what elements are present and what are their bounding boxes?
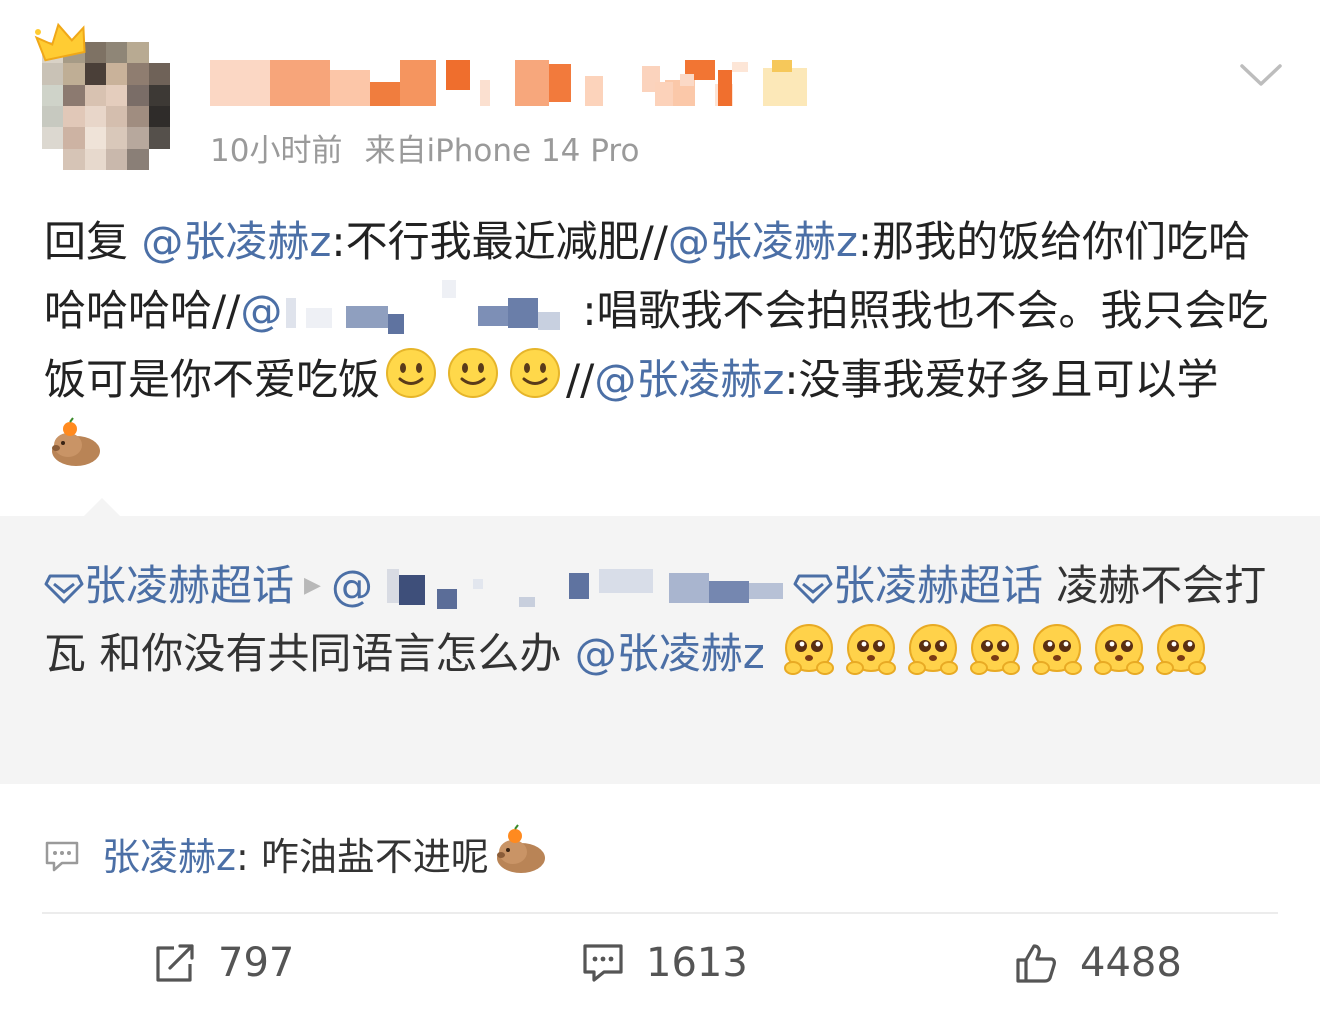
repost-button[interactable]: 797 bbox=[154, 940, 294, 986]
like-button[interactable]: 4488 bbox=[1014, 940, 1182, 986]
divider bbox=[42, 912, 1278, 914]
chevron-down-icon[interactable] bbox=[1238, 60, 1284, 90]
smile-emoji bbox=[510, 348, 561, 398]
comment-author[interactable]: 张凌赫z bbox=[102, 835, 236, 879]
pleading-emoji bbox=[1032, 624, 1083, 675]
super-topic-label: 张凌赫超话 bbox=[832, 561, 1043, 610]
comment-icon bbox=[583, 944, 623, 982]
redacted-name bbox=[373, 568, 793, 609]
like-count: 4488 bbox=[1080, 940, 1182, 986]
crown-icon bbox=[34, 22, 86, 62]
capybara-emoji bbox=[52, 417, 100, 466]
mention-link[interactable]: @张凌赫z bbox=[668, 217, 858, 266]
repost-block[interactable]: 张凌赫超话 ▶ @ 张凌赫超话 凌赫不会打瓦 和你没有共同语言怎么办 @张凌赫z bbox=[0, 498, 1320, 784]
comment-button[interactable]: 1613 bbox=[582, 940, 748, 986]
repost-text: 张凌赫超话 ▶ @ 张凌赫超话 凌赫不会打瓦 和你没有共同语言怎么办 @张凌赫z bbox=[44, 552, 1280, 688]
capybara-emoji bbox=[496, 824, 545, 873]
mention-link[interactable]: @张凌赫z bbox=[575, 629, 765, 678]
pleading-emoji bbox=[908, 624, 959, 675]
post-segment: // bbox=[566, 355, 595, 404]
pleading-emoji bbox=[1094, 624, 1145, 675]
smile-emoji bbox=[448, 348, 499, 398]
super-topic-link[interactable]: 张凌赫超话 bbox=[44, 561, 294, 610]
username-redacted[interactable] bbox=[210, 60, 810, 106]
like-icon bbox=[1016, 944, 1056, 983]
super-topic-link[interactable]: 张凌赫超话 bbox=[793, 561, 1043, 610]
comment-count: 1613 bbox=[646, 940, 748, 986]
pleading-emoji bbox=[1156, 624, 1207, 675]
post-text: 回复 @张凌赫z:不行我最近减肥//@张凌赫z:那我的饭给你们吃哈哈哈哈哈//@… bbox=[44, 207, 1280, 483]
reply-prefix: 回复 bbox=[44, 217, 129, 266]
post-meta: 10小时前 来自iPhone 14 Pro bbox=[210, 125, 639, 170]
notch bbox=[82, 498, 122, 518]
redacted-name bbox=[282, 279, 582, 334]
mention-link[interactable]: @张凌赫z bbox=[594, 355, 784, 404]
play-triangle-icon: ▶ bbox=[304, 573, 321, 598]
post-segment: :不行我最近减肥// bbox=[331, 217, 668, 266]
post-time: 10小时前 bbox=[210, 133, 343, 169]
pleading-emoji bbox=[970, 624, 1021, 675]
mention-link-redacted[interactable]: @ bbox=[331, 561, 793, 610]
mention-link[interactable]: @张凌赫z bbox=[141, 217, 331, 266]
pleading-emoji bbox=[784, 624, 835, 675]
mention-link-redacted[interactable]: @ bbox=[240, 279, 582, 335]
action-bar: 797 1613 4488 bbox=[0, 940, 1320, 1000]
post-source[interactable]: 来自iPhone 14 Pro bbox=[364, 133, 639, 169]
super-topic-icon bbox=[44, 574, 84, 604]
smile-emoji bbox=[386, 348, 437, 398]
pleading-emoji bbox=[846, 624, 897, 675]
repost-count: 797 bbox=[218, 940, 295, 986]
mention-at: @ bbox=[240, 286, 283, 335]
super-topic-label: 张凌赫超话 bbox=[84, 561, 295, 610]
comment-icon bbox=[45, 841, 79, 872]
featured-comment[interactable]: 张凌赫z: 咋油盐不进呢 bbox=[44, 822, 551, 881]
comment-text: : 咋油盐不进呢 bbox=[235, 835, 489, 879]
repost-icon bbox=[156, 944, 194, 982]
super-topic-icon bbox=[793, 574, 833, 604]
mention-at: @ bbox=[330, 561, 373, 610]
post-segment: :没事我爱好多且可以学 bbox=[784, 355, 1219, 404]
